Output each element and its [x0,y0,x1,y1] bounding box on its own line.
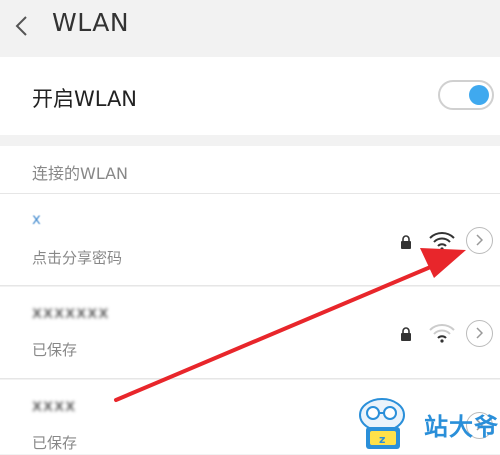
red-arrow-annotation [114,248,466,402]
watermark-logo: z 站大爷 [352,393,500,454]
mascot-icon: z [359,398,405,449]
watermark-text: 站大爷 [424,413,499,441]
svg-text:z: z [379,433,385,446]
